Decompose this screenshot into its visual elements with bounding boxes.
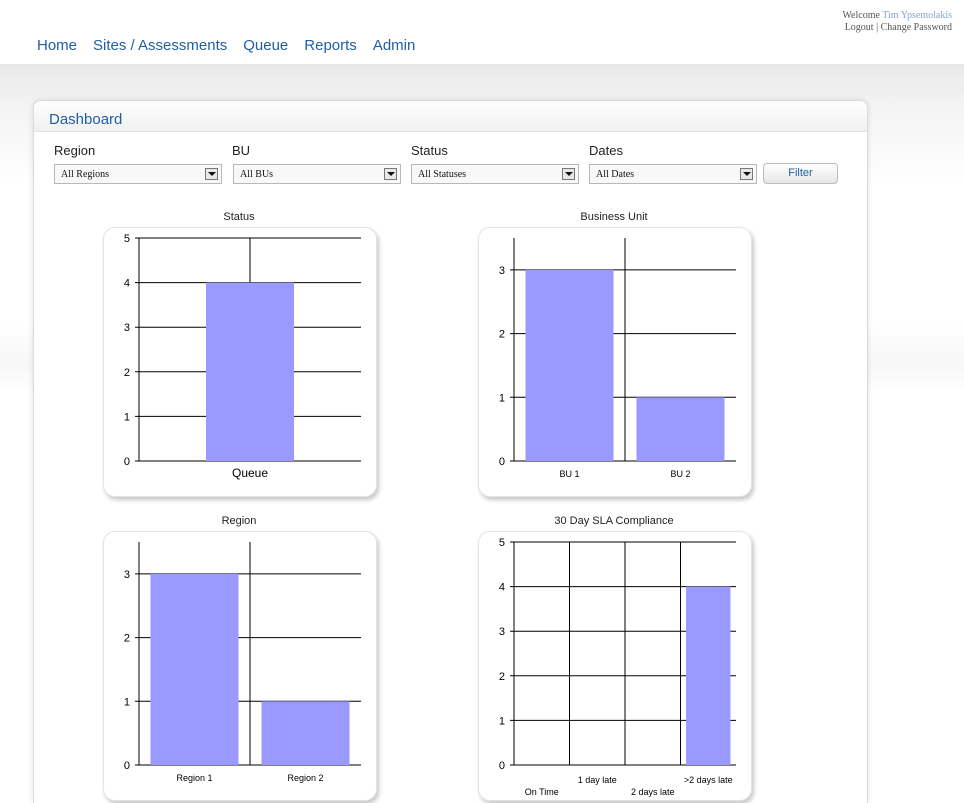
y-tick-label: 3: [124, 569, 130, 581]
nav-queue-link[interactable]: Queue: [243, 37, 288, 54]
nav-home-link[interactable]: Home: [37, 37, 77, 54]
y-tick-label: 1: [499, 392, 505, 404]
bar: [206, 282, 294, 461]
dates-select[interactable]: All Dates: [589, 164, 757, 184]
y-tick-label: 5: [124, 233, 130, 245]
bar: [150, 573, 239, 765]
status-filter-label: Status: [411, 143, 448, 158]
x-tick-label: BU 1: [559, 469, 579, 479]
x-tick-label: Region 2: [287, 773, 323, 783]
y-tick-label: 4: [124, 278, 130, 290]
x-tick-label: Region 1: [176, 773, 212, 783]
main-nav: Home Sites / Assessments Queue Reports A…: [37, 37, 415, 54]
chevron-down-icon[interactable]: [205, 168, 218, 180]
sla-chart: 0 1 2 3 4 5 On Time 1 day late 2 days late >2 day…: [499, 537, 736, 797]
dates-filter-label: Dates: [589, 143, 623, 158]
y-tick-label: 0: [124, 760, 130, 772]
panel-header: [34, 101, 867, 132]
y-tick-label: 1: [124, 696, 130, 708]
status-select[interactable]: All Statuses: [411, 164, 579, 184]
filter-button[interactable]: Filter: [763, 163, 838, 184]
y-tick-label: 0: [124, 456, 130, 468]
logout-link[interactable]: Logout: [845, 22, 874, 33]
bu-select-value: All BUs: [240, 169, 274, 180]
business-unit-chart-card: 0 1 2 3 BU 1 BU 2: [478, 227, 752, 497]
sla-chart-title: 30 Day SLA Compliance: [554, 515, 674, 527]
y-tick-label: 2: [499, 671, 505, 683]
y-tick-label: 2: [499, 329, 505, 341]
status-chart: 0 1 2 3 4 5 Queue: [124, 233, 361, 480]
user-box: Welcome Tim Ypsemolakis Logout | Change …: [842, 10, 952, 34]
bar: [261, 701, 350, 765]
x-tick-label: Queue: [232, 466, 268, 480]
status-chart-title: Status: [223, 211, 255, 223]
y-tick-label: 5: [499, 537, 505, 549]
bu-filter-label: BU: [232, 143, 251, 158]
status-chart-card: 0 1 2 3 4 5 Queue: [103, 227, 377, 497]
region-select-value: All Regions: [61, 169, 110, 180]
nav-sites-assessments-link[interactable]: Sites / Assessments: [93, 37, 227, 54]
region-chart: 0 1 2 3 Region 1 Region 2: [124, 542, 361, 783]
x-tick-label: BU 2: [670, 469, 690, 479]
chevron-down-icon[interactable]: [384, 168, 397, 180]
welcome-label: Welcome: [842, 10, 880, 21]
region-select[interactable]: All Regions: [54, 164, 222, 184]
dates-select-value: All Dates: [596, 169, 635, 180]
y-tick-label: 3: [499, 626, 505, 638]
bar: [525, 269, 614, 461]
x-tick-label: 1 day late: [578, 775, 617, 785]
y-tick-label: 3: [499, 265, 505, 277]
x-tick-label: 2 days late: [631, 787, 675, 797]
region-chart-card: 0 1 2 3 Region 1 Region 2: [103, 531, 377, 801]
nav-admin-link[interactable]: Admin: [373, 37, 416, 54]
chevron-down-icon[interactable]: [562, 168, 575, 180]
user-name: Tim Ypsemolakis: [882, 10, 952, 21]
status-select-value: All Statuses: [418, 169, 467, 180]
x-tick-label: On Time: [525, 787, 559, 797]
change-password-link[interactable]: Change Password: [881, 22, 952, 33]
y-tick-label: 1: [124, 411, 130, 423]
dashboard-panel: Dashboard Region BU Status Dates All Reg…: [33, 100, 868, 803]
y-tick-label: 4: [499, 582, 505, 594]
y-tick-label: 1: [499, 715, 505, 727]
y-tick-label: 0: [499, 760, 505, 772]
page-title: Dashboard: [49, 111, 123, 128]
bar: [686, 586, 731, 765]
bu-select[interactable]: All BUs: [233, 164, 401, 184]
x-tick-label: >2 days late: [684, 775, 733, 785]
y-tick-label: 2: [124, 633, 130, 645]
link-separator: |: [876, 22, 879, 33]
region-chart-title: Region: [221, 515, 257, 527]
y-tick-label: 0: [499, 456, 505, 468]
business-unit-chart-title: Business Unit: [580, 211, 648, 223]
nav-reports-link[interactable]: Reports: [304, 37, 357, 54]
bar: [636, 397, 725, 461]
y-tick-label: 2: [124, 367, 130, 379]
chevron-down-icon[interactable]: [740, 168, 753, 180]
sla-chart-card: 0 1 2 3 4 5 On Time 1 day late 2 days late >2 day…: [478, 531, 752, 801]
region-filter-label: Region: [54, 143, 96, 158]
y-tick-label: 3: [124, 322, 130, 334]
business-unit-chart: 0 1 2 3 BU 1 BU 2: [499, 238, 736, 479]
